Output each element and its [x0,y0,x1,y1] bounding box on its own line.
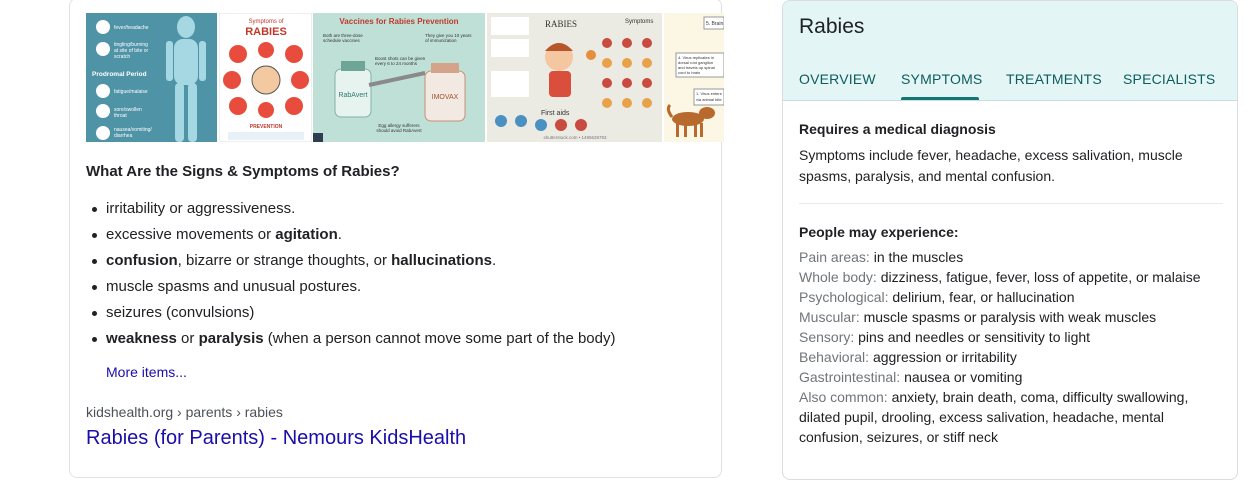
tab-symptoms[interactable]: SYMPTOMS [901,71,982,87]
experience-label: Sensory: [799,329,855,345]
rabies-symptoms-first-aid: RABIES Symptoms First aids shutterstock.… [487,13,662,142]
experience-label: Gastrointestinal: [799,369,901,385]
symptom-item: excessive movements or agitation. [86,225,706,251]
experience-value: nausea or vomiting [904,369,1023,385]
image-caption: fever/headache [114,25,149,31]
experience-value: dizziness, fatigue, fever, loss of appet… [880,269,1201,285]
symptom-list: irritability or aggressiveness. excessive… [86,199,706,355]
breadcrumb: kidshealth.org › parents › rabies [86,404,283,420]
image-caption: shutterstock.com • 1495639793 [543,135,607,140]
experience-row: Muscular: muscle spasms or paralysis wit… [799,307,1224,327]
experience-row: Also common: anxiety, brain death, coma,… [799,387,1224,447]
svg-text:scratch: scratch [114,54,130,60]
tab-treatments[interactable]: TREATMENTS [1006,71,1102,87]
experience-row: Behavioral: aggression or irritability [799,347,1224,367]
featured-snippet-card: fever/headache tingling/burning at site … [69,0,724,478]
symptom-item: seizures (convulsions) [86,303,706,329]
symptom-text: excessive movements or [106,226,276,243]
image-caption: fatigue/malaise [114,89,148,95]
image-thumbnail[interactable]: fever/headache tingling/burning at site … [86,13,217,142]
image-thumbnail[interactable]: Vaccines for Rabies Prevention Both are … [313,13,485,142]
snippet-heading: What Are the Signs & Symptoms of Rabies? [86,163,400,180]
symptom-keyword: agitation [275,226,338,243]
svg-text:diarrhea: diarrhea [114,133,133,139]
experience-row: Sensory: pins and needles or sensitivity… [799,327,1224,347]
knowledge-panel: Rabies OVERVIEW SYMPTOMS TREATMENTS SPEC… [782,0,1238,480]
divider [799,203,1223,204]
experience-value: muscle spasms or paralysis with weak mus… [863,309,1157,325]
svg-text:should avoid RabAvert: should avoid RabAvert [376,128,422,133]
symptom-text: muscle spasms and unusual postures. [106,278,362,295]
svg-text:of immunization: of immunization [425,38,457,43]
active-tab-indicator [901,97,979,100]
symptom-keyword: paralysis [198,330,264,347]
experience-row: Gastrointestinal: nausea or vomiting [799,367,1224,387]
experience-value: pins and needles or sensitivity to light [858,329,1091,345]
tab-specialists[interactable]: SPECIALISTS [1123,71,1215,87]
image-caption: IMOVAX [432,94,459,101]
symptom-text: , bizarre or strange thoughts, or [177,252,392,269]
experience-row: Pain areas: in the muscles [799,247,1224,267]
image-caption: Vaccines for Rabies Prevention [339,17,458,26]
experience-label: Behavioral: [799,349,870,365]
tab-overview[interactable]: OVERVIEW [799,71,876,87]
symptom-text: seizures (convulsions) [106,304,255,321]
svg-text:cord to brain: cord to brain [678,70,700,75]
experience-label: Psychological: [799,289,889,305]
symptom-text: . [491,252,497,269]
image-thumbnail[interactable]: 5. Brain 4. Virus replicates in dorsal r… [664,13,724,142]
symptom-item: muscle spasms and unusual postures. [86,277,706,303]
symptom-text: (when a person cannot move some part of … [263,330,616,347]
panel-title: Rabies [799,15,865,38]
experience-value: aggression or irritability [872,349,1017,365]
vaccines-for-rabies-prevention: Vaccines for Rabies Prevention Both are … [313,13,485,142]
symptom-text: irritability or aggressiveness. [106,200,296,217]
image-caption: Symptoms of [248,19,283,25]
experience-label: Whole body: [799,269,877,285]
symptom-text: or [176,330,199,347]
symptoms-of-rabies-cartoon: Symptoms of RABIES PREVENTION [220,14,311,141]
symptom-keyword: weakness [106,330,177,347]
more-items-link[interactable]: More items... [106,364,187,380]
image-caption: RABIES [245,26,287,38]
svg-text:schedule vaccines: schedule vaccines [323,38,361,43]
rabies-virus-dog-diagram: 5. Brain 4. Virus replicates in dorsal r… [664,13,724,142]
symptom-keyword: confusion [106,252,178,269]
image-caption: First aids [541,110,570,117]
experience-value: in the muscles [873,249,964,265]
experience-label: Also common: [799,389,888,405]
image-caption: RabAvert [338,92,367,99]
image-caption: RABIES [545,19,577,29]
diagnosis-text: Symptoms include fever, headache, excess… [799,147,1183,184]
experience-heading: People may experience: [799,224,959,240]
image-thumbnail[interactable]: RABIES Symptoms First aids shutterstock.… [487,13,662,142]
symptom-text: . [337,226,342,243]
panel-header: Rabies OVERVIEW SYMPTOMS TREATMENTS SPEC… [783,1,1237,101]
svg-text:via animal bite: via animal bite [696,97,722,102]
svg-text:every 6 to 24 months: every 6 to 24 months [375,61,418,66]
symptom-item: weakness or paralysis (when a person can… [86,329,706,355]
symptom-item: confusion, bizarre or strange thoughts, … [86,251,706,277]
experience-row: Whole body: dizziness, fatigue, fever, l… [799,267,1224,287]
experience-value: delirium, fear, or hallucination [892,289,1075,305]
image-caption: 5. Brain [706,21,723,27]
svg-text:throat: throat [114,113,127,119]
image-caption: PREVENTION [250,124,283,130]
prodromal-period-infographic: fever/headache tingling/burning at site … [86,13,217,142]
result-title-link[interactable]: Rabies (for Parents) - Nemours KidsHealt… [86,427,466,450]
image-caption: Prodromal Period [92,71,147,78]
symptom-keyword: hallucinations [391,252,492,269]
svg-text:1. Virus enters: 1. Virus enters [696,91,722,96]
image-thumbnail[interactable]: Symptoms of RABIES PREVENTION [219,13,312,142]
experience-label: Muscular: [799,309,860,325]
diagnosis-heading: Requires a medical diagnosis [799,121,996,137]
experience-label: Pain areas: [799,249,870,265]
symptom-item: irritability or aggressiveness. [86,199,706,225]
image-caption: Symptoms [625,19,653,25]
image-strip: fever/headache tingling/burning at site … [86,13,724,142]
experience-row: Psychological: delirium, fear, or halluc… [799,287,1224,307]
